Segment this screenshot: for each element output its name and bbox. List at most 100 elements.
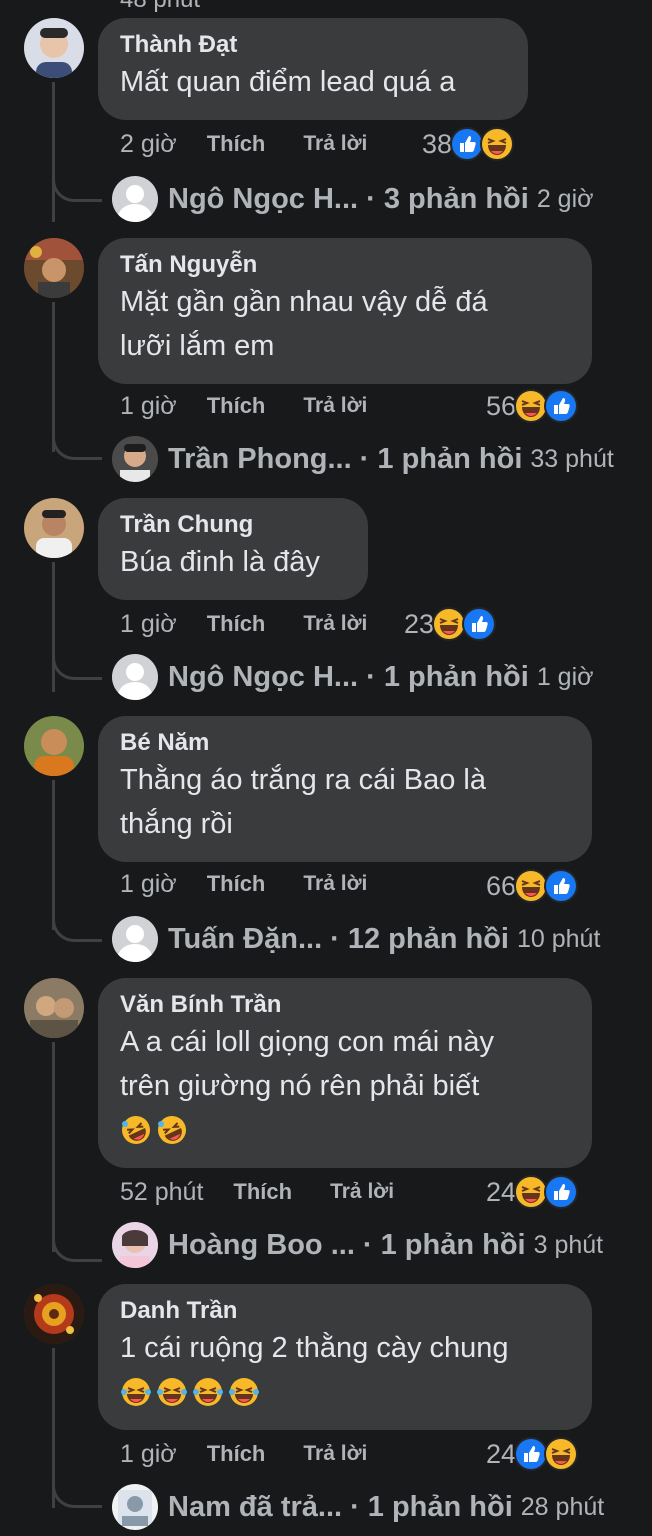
reaction-count: 24 [486,1176,517,1207]
comment-author[interactable]: Bé Năm [120,728,568,758]
reaction-summary[interactable]: 23 [404,604,497,644]
comment-actions: 1 giờ Thích Trả lời [120,1436,367,1472]
rofl-emoji [122,1116,150,1144]
reply-count: · 1 phản hồi [362,1228,526,1261]
reply-avatar [112,176,158,222]
reply-button[interactable]: Trả lời [303,872,367,896]
reply-button[interactable]: Trả lời [303,1442,367,1466]
haha-icon [514,1175,549,1209]
like-icon [544,1175,579,1209]
like-button[interactable]: Thích [207,871,266,897]
view-replies[interactable]: Ngô Ngọc H... · 1 phản hồi 1 giờ [112,654,594,700]
reply-avatar [112,436,158,482]
like-icon [514,1437,549,1471]
like-button[interactable]: Thích [207,611,266,637]
reply-avatar [112,916,158,962]
avatar[interactable] [24,238,84,298]
comment-actions: 1 giờ Thích Trả lời [120,866,367,902]
reply-button[interactable]: Trả lời [303,132,367,156]
reply-time: 10 phút [516,924,601,953]
comment-time[interactable]: 1 giờ [120,610,177,639]
reply-button[interactable]: Trả lời [330,1180,394,1204]
view-replies[interactable]: Trần Phong... · 1 phản hồi 33 phút [112,436,614,482]
reply-author: Tuấn Đặn... [168,922,323,955]
avatar[interactable] [24,978,84,1038]
avatar[interactable] [24,498,84,558]
view-replies[interactable]: Nam đã trả... · 1 phản hồi 28 phút [112,1484,604,1530]
comment-bubble: Bé Năm Thằng áo trắng ra cái Bao là thắn… [98,716,592,862]
reply-button[interactable]: Trả lời [303,612,367,636]
reply-count: · 3 phản hồi [366,182,529,215]
reaction-summary[interactable]: 24 [486,1172,579,1212]
comment-text: trên giường nó rên phải biết [120,1070,480,1102]
haha-icon [514,389,549,423]
comment-text: Thằng áo trắng ra cái Bao là [120,764,486,796]
comment-bubble: Tấn Nguyễn Mặt gần gần nhau vậy dễ đá lư… [98,238,592,384]
reply-time: 3 phút [533,1230,604,1259]
reply-count: · 1 phản hồi [350,1490,513,1523]
reply-count: · 12 phản hồi [330,922,509,955]
comment-author[interactable]: Danh Trần [120,1296,568,1326]
comment-text: thắng rồi [120,808,233,840]
avatar[interactable] [24,716,84,776]
comment-author[interactable]: Thành Đạt [120,30,504,60]
avatar[interactable] [24,1284,84,1344]
joy-emoji [157,1378,187,1406]
like-button[interactable]: Thích [233,1179,292,1205]
reply-time: 1 giờ [536,662,594,691]
reaction-count: 23 [404,608,435,639]
reply-author: Hoàng Boo ... [168,1228,355,1261]
avatar[interactable] [24,18,84,78]
comment-text: Mất quan điểm lead quá a [120,66,456,98]
reaction-count: 38 [422,128,453,159]
comment-bubble: Văn Bính Trần A a cái loll giọng con mái… [98,978,592,1168]
emoji-row [120,1112,568,1148]
like-icon [544,869,579,903]
comment-text: Mặt gần gần nhau vậy dễ đá [120,286,488,318]
comment-time[interactable]: 52 phút [120,1178,203,1207]
comment-time[interactable]: 1 giờ [120,392,177,421]
view-replies[interactable]: Hoàng Boo ... · 1 phản hồi 3 phút [112,1222,603,1268]
like-button[interactable]: Thích [207,393,266,419]
reaction-summary[interactable]: 56 [486,386,579,426]
like-icon [450,127,485,161]
reply-author: Ngô Ngọc H... [168,182,359,215]
view-replies[interactable]: Ngô Ngọc H... · 3 phản hồi 2 giờ [112,176,594,222]
comment-author[interactable]: Tấn Nguyễn [120,250,568,280]
comment-text: 1 cái ruộng 2 thằng cày chung [120,1332,509,1364]
reply-count: · 1 phản hồi [366,660,529,693]
comment-actions: 52 phút Thích Trả lời [120,1174,394,1210]
comment-actions: 1 giờ Thích Trả lời [120,606,367,642]
reply-avatar [112,654,158,700]
emoji-row [120,1374,568,1410]
comment-actions: 1 giờ Thích Trả lời [120,388,367,424]
comment-bubble: Danh Trần 1 cái ruộng 2 thằng cày chung [98,1284,592,1430]
haha-icon [480,127,515,161]
comment-author[interactable]: Văn Bính Trần [120,990,568,1020]
reaction-summary[interactable]: 24 [486,1434,579,1474]
reply-author: Trần Phong... [168,442,352,475]
reply-count: · 1 phản hồi [359,442,523,475]
like-button[interactable]: Thích [207,1441,266,1467]
reply-author: Ngô Ngọc H... [168,660,359,693]
reply-time: 2 giờ [536,184,594,213]
reply-time: 28 phút [520,1492,605,1521]
comment-time[interactable]: 1 giờ [120,1440,177,1469]
reaction-summary[interactable]: 38 [422,124,515,164]
reply-author: Nam đã trả... [168,1490,343,1523]
comment-bubble: Trần Chung Búa đinh là đây [98,498,368,600]
reply-avatar [112,1484,158,1530]
comment-author[interactable]: Trần Chung [120,510,344,540]
top-fragment-time: 48 phút [120,0,200,14]
joy-emoji [193,1378,223,1406]
comment-time[interactable]: 1 giờ [120,870,177,899]
haha-icon [544,1437,579,1471]
reaction-summary[interactable]: 66 [486,866,579,906]
like-button[interactable]: Thích [207,131,266,157]
haha-icon [514,869,549,903]
reaction-count: 24 [486,1438,517,1469]
joy-emoji [121,1378,151,1406]
comment-time[interactable]: 2 giờ [120,130,177,159]
view-replies[interactable]: Tuấn Đặn... · 12 phản hồi 10 phút [112,916,600,962]
reply-button[interactable]: Trả lời [303,394,367,418]
